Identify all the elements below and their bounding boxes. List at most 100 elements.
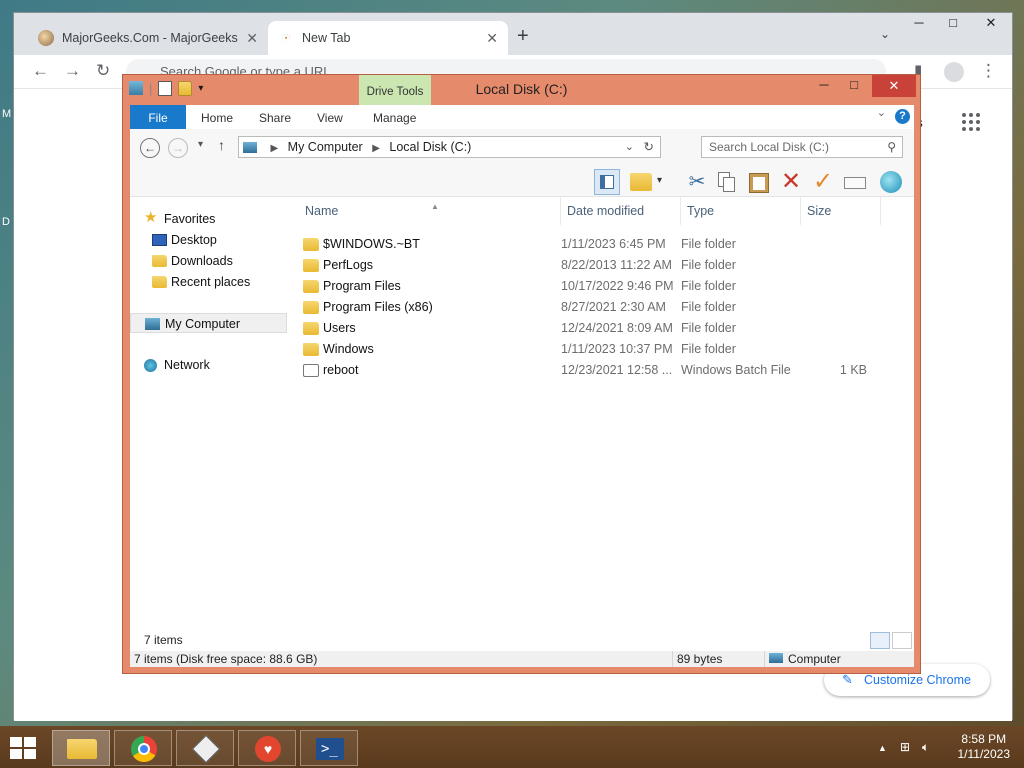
refresh-icon[interactable]: ↻ bbox=[644, 137, 654, 158]
chrome-minimize-button[interactable]: ─ bbox=[904, 15, 934, 35]
drive-tools-context-tab: Drive Tools bbox=[359, 75, 431, 105]
tab-share[interactable]: Share bbox=[259, 105, 291, 129]
clock[interactable]: 8:58 PM 1/11/2023 bbox=[958, 732, 1011, 762]
folder-options-icon[interactable] bbox=[630, 173, 652, 191]
properties-toolbar-icon[interactable] bbox=[842, 169, 868, 195]
tab-view[interactable]: View bbox=[317, 105, 343, 129]
qat-dropdown-icon[interactable]: ▾ bbox=[198, 81, 203, 96]
taskbar-powershell[interactable]: >_ bbox=[300, 730, 358, 766]
back-arrow-icon[interactable]: ← bbox=[32, 61, 49, 81]
back-button[interactable]: ← bbox=[140, 138, 160, 158]
search-input[interactable]: Search Local Disk (C:) ⚲ bbox=[701, 136, 903, 158]
nav-downloads[interactable]: Downloads bbox=[130, 251, 287, 271]
nav-network[interactable]: Network bbox=[130, 355, 287, 375]
forward-arrow-icon[interactable]: → bbox=[64, 61, 81, 81]
sandbox-icon bbox=[191, 734, 221, 764]
file-row[interactable]: Program Files 10/17/2022 9:46 PM File fo… bbox=[299, 276, 903, 297]
new-tab-button[interactable]: + bbox=[517, 25, 529, 48]
file-date: 8/27/2021 2:30 AM bbox=[561, 300, 666, 314]
tab-home[interactable]: Home bbox=[201, 105, 233, 129]
minimize-button[interactable]: ─ bbox=[812, 75, 836, 97]
large-icons-view-icon[interactable] bbox=[892, 632, 912, 649]
chrome-icon bbox=[131, 736, 157, 762]
close-button[interactable]: ✕ bbox=[872, 75, 916, 97]
desktop-icon bbox=[152, 234, 167, 246]
chrome-menu-icon[interactable]: ⋮ bbox=[980, 61, 997, 81]
explorer-window: Local Disk (C:) | ▾ Drive Tools ─ □ ✕ Fi… bbox=[122, 74, 921, 674]
show-hidden-icons-icon[interactable]: ▲ bbox=[878, 743, 887, 753]
column-header-size[interactable]: Size bbox=[801, 197, 881, 225]
file-type: File folder bbox=[681, 279, 736, 293]
properties-icon[interactable] bbox=[158, 81, 173, 96]
chrome-maximize-button[interactable]: □ bbox=[938, 15, 968, 35]
file-row[interactable]: reboot 12/23/2021 12:58 ... Windows Batc… bbox=[299, 360, 903, 381]
tab-file[interactable]: File bbox=[130, 105, 186, 129]
google-apps-icon[interactable] bbox=[962, 113, 980, 131]
chrome-close-button[interactable]: ✕ bbox=[976, 15, 1006, 35]
tab-search-chevron-icon[interactable]: ⌄ bbox=[880, 27, 890, 41]
file-name: Program Files (x86) bbox=[323, 300, 433, 314]
breadcrumb-local-disk[interactable]: Local Disk (C:) bbox=[389, 140, 471, 154]
status-bar: 7 items (Disk free space: 88.6 GB) 89 by… bbox=[130, 651, 914, 667]
chrome-favicon-icon bbox=[278, 30, 294, 46]
column-header-date[interactable]: Date modified bbox=[561, 197, 681, 225]
folder-icon bbox=[303, 301, 319, 314]
tab-manage[interactable]: Manage bbox=[373, 105, 416, 129]
nav-recent-places[interactable]: Recent places bbox=[130, 272, 287, 292]
taskbar-file-explorer[interactable] bbox=[52, 730, 110, 766]
column-header-name[interactable]: Name ▲ bbox=[299, 197, 561, 225]
file-row[interactable]: $WINDOWS.~BT 1/11/2023 6:45 PM File fold… bbox=[299, 234, 903, 255]
address-bar-row: ← → ▾ ↑ ▶ My Computer ▶ Local Disk (C:) … bbox=[130, 129, 914, 167]
search-placeholder: Search Local Disk (C:) bbox=[709, 140, 830, 154]
copy-icon[interactable] bbox=[714, 169, 740, 195]
nav-my-computer[interactable]: My Computer bbox=[130, 313, 287, 333]
file-type: File folder bbox=[681, 237, 736, 251]
nav-favorites[interactable]: ★ Favorites bbox=[130, 209, 287, 229]
profile-avatar-icon[interactable] bbox=[944, 62, 964, 82]
taskbar-sandbox[interactable] bbox=[176, 730, 234, 766]
powershell-icon: >_ bbox=[316, 738, 344, 760]
batch-file-icon bbox=[303, 364, 319, 377]
paste-icon[interactable] bbox=[746, 169, 772, 195]
search-icon: ⚲ bbox=[887, 140, 896, 154]
taskbar-chrome[interactable] bbox=[114, 730, 172, 766]
file-row[interactable]: PerfLogs 8/22/2013 11:22 AM File folder bbox=[299, 255, 903, 276]
rename-check-icon[interactable]: ✓ bbox=[810, 169, 836, 195]
address-input[interactable]: ▶ My Computer ▶ Local Disk (C:) ⌄ ↻ bbox=[238, 136, 661, 158]
close-tab-icon[interactable]: ✕ bbox=[486, 30, 498, 47]
file-row[interactable]: Windows 1/11/2023 10:37 PM File folder bbox=[299, 339, 903, 360]
file-row[interactable]: Users 12/24/2021 8:09 AM File folder bbox=[299, 318, 903, 339]
file-name: PerfLogs bbox=[323, 258, 374, 272]
taskbar-health-monitor[interactable]: ♥ bbox=[238, 730, 296, 766]
new-folder-icon[interactable] bbox=[178, 81, 193, 96]
explorer-title-bar[interactable]: Local Disk (C:) | ▾ Drive Tools ─ □ ✕ bbox=[123, 75, 920, 105]
recent-locations-chevron-icon[interactable]: ▾ bbox=[198, 139, 203, 150]
tab-new-tab[interactable]: New Tab ✕ bbox=[268, 21, 508, 55]
reload-icon[interactable]: ↻ bbox=[96, 61, 110, 81]
network-tray-icon[interactable]: ⊞ bbox=[900, 740, 910, 754]
computer-icon bbox=[243, 142, 257, 153]
nav-desktop[interactable]: Desktop bbox=[130, 230, 287, 250]
folder-icon bbox=[303, 259, 319, 272]
up-arrow-icon[interactable]: ↑ bbox=[218, 137, 225, 153]
breadcrumb-my-computer[interactable]: My Computer bbox=[288, 140, 363, 154]
desktop-icon-labels: M D bbox=[2, 60, 11, 276]
forward-button[interactable]: → bbox=[168, 138, 188, 158]
network-globe-icon[interactable] bbox=[880, 171, 902, 193]
address-dropdown-chevron-icon[interactable]: ⌄ bbox=[625, 137, 634, 158]
delete-icon[interactable]: ✕ bbox=[778, 169, 804, 195]
windows-start-icon[interactable] bbox=[10, 737, 38, 759]
maximize-button[interactable]: □ bbox=[842, 75, 866, 97]
cut-icon[interactable]: ✂ bbox=[684, 169, 710, 195]
expand-ribbon-chevron-icon[interactable]: ⌄ bbox=[877, 106, 886, 119]
tab-majorgeeks[interactable]: MajorGeeks.Com - MajorGeeks ✕ bbox=[28, 21, 268, 55]
column-header-type[interactable]: Type bbox=[681, 197, 801, 225]
network-icon bbox=[144, 359, 157, 372]
preview-pane-icon[interactable] bbox=[594, 169, 620, 195]
close-tab-icon[interactable]: ✕ bbox=[246, 30, 258, 47]
help-icon[interactable]: ? bbox=[895, 109, 910, 124]
details-view-icon[interactable] bbox=[870, 632, 890, 649]
folder-options-dropdown-icon[interactable]: ▾ bbox=[657, 175, 662, 186]
file-row[interactable]: Program Files (x86) 8/27/2021 2:30 AM Fi… bbox=[299, 297, 903, 318]
volume-icon[interactable]: 🔈︎ bbox=[922, 740, 929, 755]
